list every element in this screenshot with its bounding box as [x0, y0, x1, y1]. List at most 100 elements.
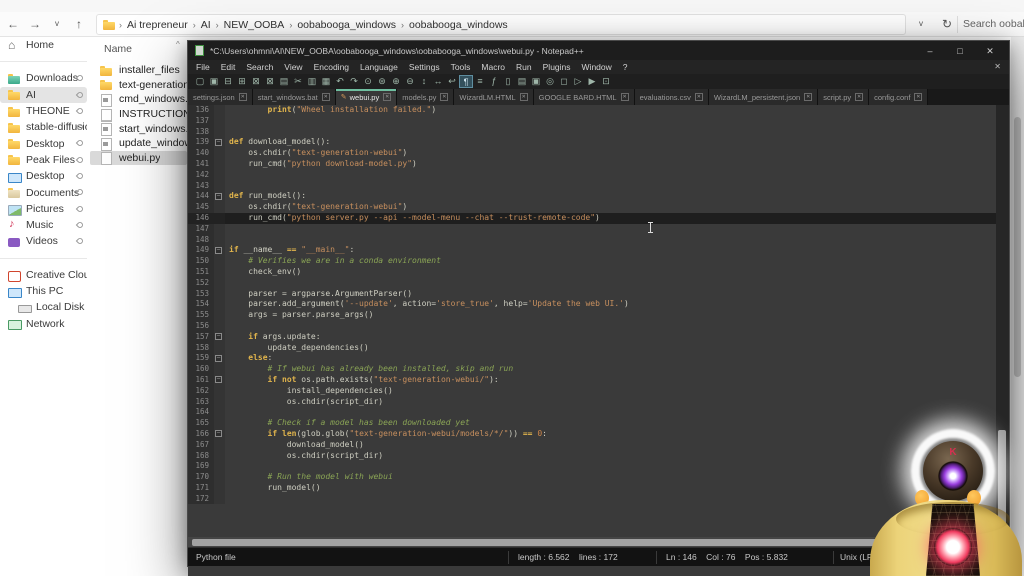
tab-google-bard-html[interactable]: GOOGLE BARD.HTML✕	[534, 89, 635, 105]
tab-close-icon[interactable]: ✕	[621, 93, 629, 101]
tab-close-icon[interactable]: ✕	[239, 93, 247, 101]
code-line-171[interactable]: 171 run_model()	[188, 483, 1009, 494]
tab-wizardlm-persistent-json[interactable]: WizardLM_persistent.json✕	[709, 89, 818, 105]
code-line-142[interactable]: 142	[188, 170, 1009, 181]
cut-icon[interactable]: ✂	[291, 75, 305, 88]
paste-icon[interactable]: ▦	[319, 75, 333, 88]
sidebar-item-documents[interactable]: Documents	[0, 184, 87, 200]
tab-config-conf[interactable]: config.conf✕	[869, 89, 928, 105]
breadcrumb-segment[interactable]: NEW_OOBA	[222, 19, 287, 31]
explorer-scrollbar-thumb[interactable]	[1014, 117, 1021, 377]
back-button[interactable]: ←	[4, 15, 22, 33]
breadcrumb-segment[interactable]: oobabooga_windows	[407, 19, 510, 31]
code-line-151[interactable]: 151 check_env()	[188, 267, 1009, 278]
sidebar-item-desktop[interactable]: Desktop	[0, 168, 87, 184]
address-chevron-icon[interactable]: v	[912, 15, 930, 33]
fold-margin[interactable]	[214, 407, 225, 418]
code-line-145[interactable]: 145 os.chdir("text-generation-webui")	[188, 202, 1009, 213]
fold-margin[interactable]	[214, 440, 225, 451]
code-line-161[interactable]: 161– if not os.path.exists("text-generat…	[188, 375, 1009, 386]
doc-map-icon[interactable]: ▯	[501, 75, 515, 88]
replace-icon[interactable]: ⊛	[375, 75, 389, 88]
code-line-164[interactable]: 164	[188, 407, 1009, 418]
breadcrumb-segment[interactable]: AI	[199, 19, 213, 31]
file-row[interactable]: installer_files	[90, 63, 187, 78]
explorer-scrollbar[interactable]	[1011, 37, 1024, 576]
new-file-icon[interactable]: ▢	[193, 75, 207, 88]
fold-margin[interactable]	[214, 310, 225, 321]
sidebar-item-theone[interactable]: THEONE	[0, 103, 87, 119]
code-line-160[interactable]: 160 # If webui has already been installe…	[188, 364, 1009, 375]
refresh-button[interactable]: ↻	[938, 15, 956, 33]
fold-margin[interactable]	[214, 235, 225, 246]
fold-margin[interactable]	[214, 256, 225, 267]
editor-horizontal-scrollbar[interactable]	[188, 537, 1011, 547]
fold-margin[interactable]	[214, 170, 225, 181]
find-icon[interactable]: ⊙	[361, 75, 375, 88]
menu-edit[interactable]: Edit	[221, 62, 236, 72]
menu-tools[interactable]: Tools	[451, 62, 471, 72]
code-line-158[interactable]: 158 update_dependencies()	[188, 343, 1009, 354]
run-multiple-icon[interactable]: ▶	[585, 75, 599, 88]
fold-margin[interactable]	[214, 116, 225, 127]
code-line-170[interactable]: 170 # Run the model with webui	[188, 472, 1009, 483]
close-document-icon[interactable]: ✕	[994, 62, 1001, 71]
close-button[interactable]: ✕	[975, 43, 1005, 59]
tab-close-icon[interactable]: ✕	[804, 93, 812, 101]
code-line-169[interactable]: 169	[188, 461, 1009, 472]
menu-settings[interactable]: Settings	[409, 62, 440, 72]
fold-collapse-icon[interactable]: –	[215, 139, 222, 146]
tab-webui-py[interactable]: ✎webui.py✕	[336, 89, 397, 105]
fold-margin[interactable]	[214, 483, 225, 494]
code-line-168[interactable]: 168 os.chdir(script_dir)	[188, 451, 1009, 462]
fold-margin[interactable]	[214, 289, 225, 300]
code-line-154[interactable]: 154 parser.add_argument('--update', acti…	[188, 299, 1009, 310]
tab-close-icon[interactable]: ✕	[914, 93, 922, 101]
close-icon[interactable]: ⊠	[249, 75, 263, 88]
fold-collapse-icon[interactable]: –	[215, 193, 222, 200]
tab-evaluations-csv[interactable]: evaluations.csv✕	[635, 89, 709, 105]
sidebar-item-videos[interactable]: Videos	[0, 233, 87, 249]
maximize-button[interactable]: □	[945, 43, 975, 59]
fold-margin[interactable]	[214, 364, 225, 375]
fold-margin[interactable]	[214, 418, 225, 429]
fold-margin[interactable]: –	[214, 353, 225, 364]
code-line-155[interactable]: 155 args = parser.parse_args()	[188, 310, 1009, 321]
code-line-138[interactable]: 138	[188, 127, 1009, 138]
fold-collapse-icon[interactable]: –	[215, 355, 222, 362]
fold-collapse-icon[interactable]: –	[215, 333, 222, 340]
tab-close-icon[interactable]: ✕	[695, 93, 703, 101]
file-row[interactable]: cmd_windows.bat	[90, 92, 187, 107]
sync-vertical-icon[interactable]: ↕	[417, 75, 431, 88]
sidebar-item-downloads[interactable]: Downloads	[0, 70, 87, 86]
file-row[interactable]: webui.py	[90, 151, 187, 166]
zoom-in-icon[interactable]: ⊕	[389, 75, 403, 88]
fold-margin[interactable]	[214, 278, 225, 289]
code-line-146[interactable]: 146 run_cmd("python server.py --api --mo…	[188, 213, 1009, 224]
tab-script-py[interactable]: script.py✕	[818, 89, 869, 105]
breadcrumb-segment[interactable]: Ai trepreneur	[125, 19, 190, 31]
save-icon[interactable]: ⊟	[221, 75, 235, 88]
fold-margin[interactable]	[214, 321, 225, 332]
code-line-167[interactable]: 167 download_model()	[188, 440, 1009, 451]
code-editor[interactable]: 136 print("Wheel installation failed.")1…	[188, 105, 1009, 576]
fold-margin[interactable]	[214, 451, 225, 462]
code-line-148[interactable]: 148	[188, 235, 1009, 246]
tab-settings-json[interactable]: settings.json✕	[188, 89, 253, 105]
search-input[interactable]: Search oobaboog	[963, 18, 1024, 30]
code-line-172[interactable]: 172	[188, 494, 1009, 505]
close-all-icon[interactable]: ⊠	[263, 75, 277, 88]
sidebar-item-creative-cloud-files[interactable]: Creative Cloud Files	[0, 267, 87, 283]
fold-margin[interactable]: –	[214, 332, 225, 343]
tab-close-icon[interactable]: ✕	[855, 93, 863, 101]
menu-view[interactable]: View	[284, 62, 302, 72]
undo-icon[interactable]: ↶	[333, 75, 347, 88]
sidebar-item-network[interactable]: Network	[0, 315, 87, 331]
code-line-152[interactable]: 152	[188, 278, 1009, 289]
file-row[interactable]: text-generation-web	[90, 78, 187, 93]
tab-start-windows-bat[interactable]: start_windows.bat✕	[253, 89, 336, 105]
fold-margin[interactable]: –	[214, 191, 225, 202]
open-file-icon[interactable]: ▣	[207, 75, 221, 88]
fold-collapse-icon[interactable]: –	[215, 247, 222, 254]
code-line-144[interactable]: 144–def run_model():	[188, 191, 1009, 202]
